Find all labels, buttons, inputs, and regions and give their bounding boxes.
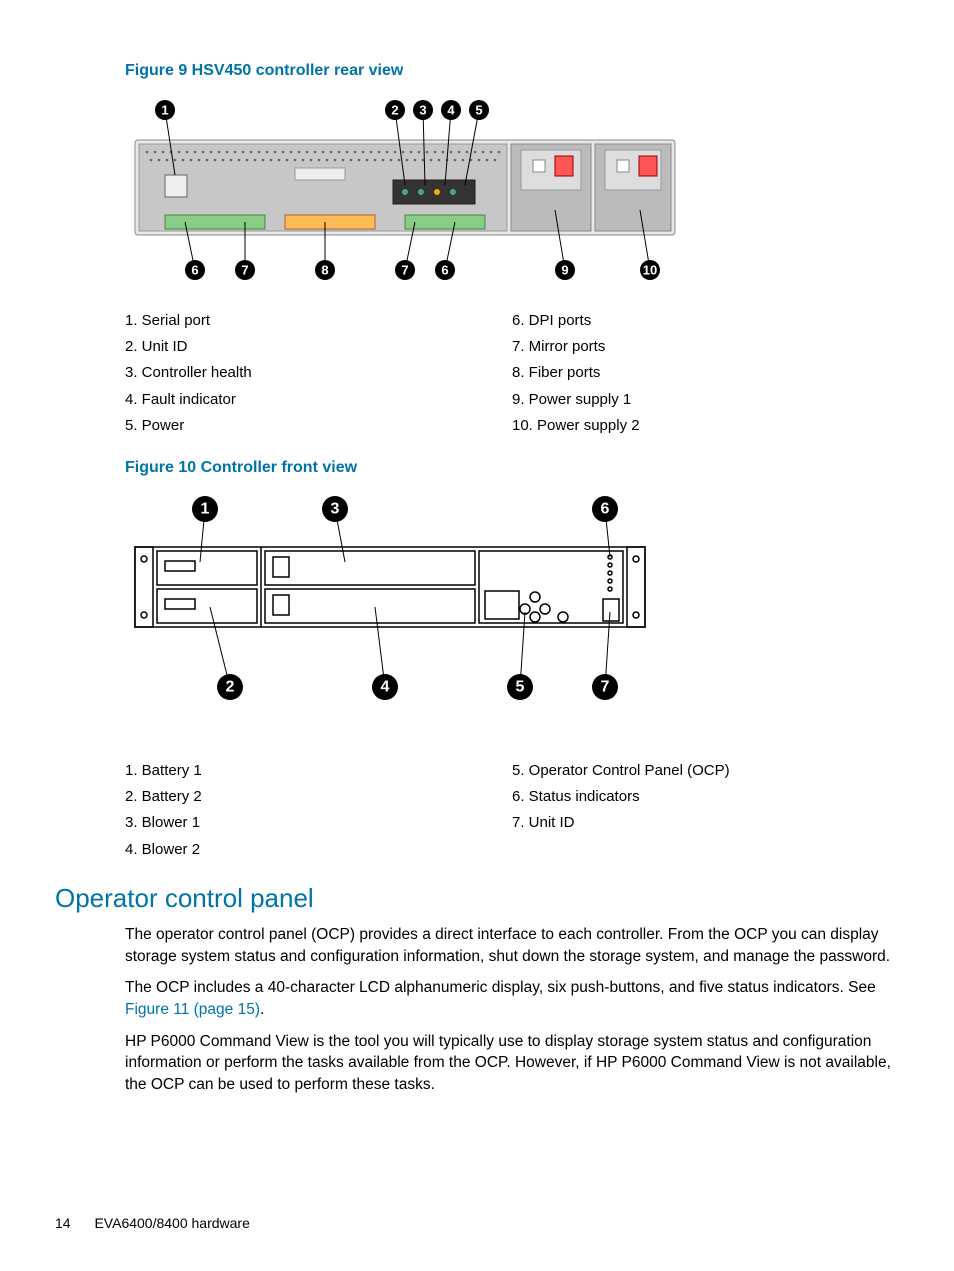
svg-text:5: 5 xyxy=(475,102,482,117)
svg-text:7: 7 xyxy=(401,262,408,277)
svg-text:6: 6 xyxy=(601,500,610,517)
section-heading-ocp: Operator control panel xyxy=(55,881,899,916)
svg-text:7: 7 xyxy=(601,678,610,695)
paragraph-ocp-1: The operator control panel (OCP) provide… xyxy=(125,924,899,967)
figure10-caption: Figure 10 Controller front view xyxy=(125,457,899,479)
callout-f10-3: 3 xyxy=(322,496,348,562)
paragraph-ocp-2a: The OCP includes a 40-character LCD alph… xyxy=(125,979,876,996)
callout-f10-4: 4 xyxy=(372,607,398,700)
figure9-image: 1 2 3 4 5 xyxy=(125,90,899,296)
paragraph-ocp-2b: . xyxy=(260,1001,264,1018)
link-figure11[interactable]: Figure 11 (page 15) xyxy=(125,1001,260,1018)
svg-text:2: 2 xyxy=(391,102,398,117)
callout-f10-6: 6 xyxy=(592,496,618,557)
paragraph-ocp-3: HP P6000 Command View is the tool you wi… xyxy=(125,1031,899,1096)
callout-f10-5: 5 xyxy=(507,612,533,700)
svg-text:4: 4 xyxy=(381,678,390,695)
svg-text:2: 2 xyxy=(226,678,235,695)
svg-text:3: 3 xyxy=(331,500,340,517)
figure10-legend: 1. Battery 15. Operator Control Panel (O… xyxy=(125,758,899,863)
svg-text:3: 3 xyxy=(419,102,426,117)
svg-text:6: 6 xyxy=(191,262,198,277)
svg-text:1: 1 xyxy=(161,102,168,117)
page-footer: 14 EVA6400/8400 hardware xyxy=(55,1214,250,1233)
svg-text:5: 5 xyxy=(516,678,525,695)
svg-text:9: 9 xyxy=(561,262,568,277)
svg-text:7: 7 xyxy=(241,262,248,277)
callout-f10-2: 2 xyxy=(210,607,243,700)
svg-text:4: 4 xyxy=(447,102,455,117)
footer-title: EVA6400/8400 hardware xyxy=(94,1215,249,1231)
figure9-legend: 1. Serial port6. DPI ports 2. Unit ID7. … xyxy=(125,308,899,439)
paragraph-ocp-2: The OCP includes a 40-character LCD alph… xyxy=(125,977,899,1020)
callout-f10-7: 7 xyxy=(592,612,618,700)
svg-text:6: 6 xyxy=(441,262,448,277)
svg-text:1: 1 xyxy=(201,500,210,517)
svg-text:10: 10 xyxy=(643,262,657,277)
page-number: 14 xyxy=(55,1215,71,1231)
callout-f10-1: 1 xyxy=(192,496,218,562)
figure9-caption: Figure 9 HSV450 controller rear view xyxy=(125,60,899,82)
figure10-image: 1 3 6 2 4 xyxy=(125,487,899,728)
svg-text:8: 8 xyxy=(321,262,328,277)
